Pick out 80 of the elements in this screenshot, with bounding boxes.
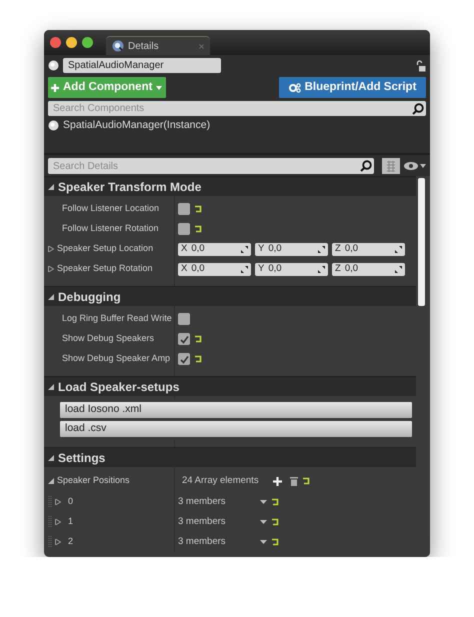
reset-icon[interactable] [302, 477, 310, 485]
details-tab[interactable]: Details [106, 36, 210, 55]
property-label: Speaker Setup Location [57, 242, 154, 256]
member-count: 3 members [178, 514, 227, 529]
scrollbar-thumb[interactable] [418, 178, 425, 306]
reset-icon[interactable] [194, 335, 202, 343]
expander-icon[interactable] [48, 384, 54, 390]
padlock-icon[interactable] [416, 60, 426, 72]
dropdown-caret-icon[interactable] [260, 540, 267, 544]
property-label: Speaker Positions [57, 474, 130, 488]
property-label: Speaker Setup Rotation [57, 262, 153, 276]
member-count: 3 members [178, 494, 227, 509]
expand-arrows-icon [318, 246, 325, 252]
checkbox[interactable] [178, 223, 190, 235]
load-button[interactable]: load .csv [60, 421, 412, 437]
expand-arrows-icon [241, 266, 248, 272]
expander-icon[interactable] [48, 294, 54, 300]
property-label: Log Ring Buffer Read Write [62, 312, 172, 326]
vector-field[interactable]: Y 0,0 [255, 242, 328, 256]
vector-field[interactable]: Y 0,0 [255, 262, 328, 276]
eye-icon[interactable] [404, 161, 426, 171]
drag-handle-icon[interactable] [48, 516, 52, 528]
property-label: Follow Listener Rotation [62, 222, 159, 236]
section-header[interactable]: Settings [58, 448, 106, 466]
dropdown-caret-icon[interactable] [260, 500, 267, 504]
expander-icon[interactable] [48, 478, 54, 484]
vector-field[interactable]: Z 0,0 [332, 262, 405, 276]
trash-icon[interactable] [290, 476, 298, 486]
expander-icon[interactable] [48, 266, 54, 272]
gears-icon [288, 82, 301, 92]
vector-field[interactable]: X 0,0 [178, 242, 251, 256]
minimize-button[interactable] [66, 37, 77, 48]
property-label: 2 [68, 535, 74, 548]
vector-field[interactable]: X 0,0 [178, 262, 251, 276]
section-header[interactable]: Debugging [58, 288, 121, 306]
checkbox[interactable] [178, 333, 190, 345]
search-icon[interactable] [360, 160, 372, 172]
search-icon[interactable] [412, 102, 424, 114]
expander-icon[interactable] [48, 454, 54, 460]
component-item[interactable]: SpatialAudioManager(Instance) [63, 118, 210, 134]
expander-icon[interactable] [48, 184, 54, 190]
vector-field[interactable]: Z 0,0 [332, 242, 405, 256]
checkbox[interactable] [178, 353, 190, 365]
expand-arrows-icon [395, 266, 402, 272]
blueprint-button[interactable]: Blueprint/Add Script [279, 77, 426, 98]
expander-icon[interactable] [55, 499, 61, 505]
reset-icon[interactable] [194, 205, 202, 213]
property-label: 0 [68, 495, 74, 508]
reset-icon[interactable] [194, 225, 202, 233]
property-label: Show Debug Speaker Amp [62, 352, 170, 366]
actor-name-field[interactable]: SpatialAudioManager [63, 58, 221, 73]
caret-icon [156, 86, 162, 90]
property-label: 1 [68, 515, 74, 528]
checkbox[interactable] [178, 313, 190, 325]
magnifier-icon [112, 40, 124, 52]
reset-icon[interactable] [271, 538, 279, 546]
property-label: Follow Listener Location [62, 202, 160, 216]
add-icon[interactable] [272, 476, 282, 486]
property-label: Show Debug Speakers [62, 332, 154, 346]
drag-handle-icon[interactable] [48, 536, 52, 548]
actor-sphere-icon [48, 60, 59, 71]
expand-arrows-icon [318, 266, 325, 272]
drag-handle-icon[interactable] [48, 496, 52, 508]
expander-icon[interactable] [55, 519, 61, 525]
component-sphere-icon [48, 120, 59, 132]
reset-icon[interactable] [271, 498, 279, 506]
checkbox[interactable] [178, 203, 190, 215]
load-button[interactable]: load Iosono .xml [60, 402, 412, 418]
expand-arrows-icon [395, 246, 402, 252]
expand-arrows-icon [241, 246, 248, 252]
zoom-button[interactable] [82, 37, 93, 48]
array-count: 24 Array elements [182, 474, 259, 488]
plus-icon [51, 84, 59, 92]
expander-icon[interactable] [48, 246, 54, 252]
reset-icon[interactable] [271, 518, 279, 526]
member-count: 3 members [178, 534, 227, 549]
close-button[interactable] [50, 37, 61, 48]
expander-icon[interactable] [55, 539, 61, 545]
dropdown-caret-icon[interactable] [260, 520, 267, 524]
reset-icon[interactable] [194, 355, 202, 363]
